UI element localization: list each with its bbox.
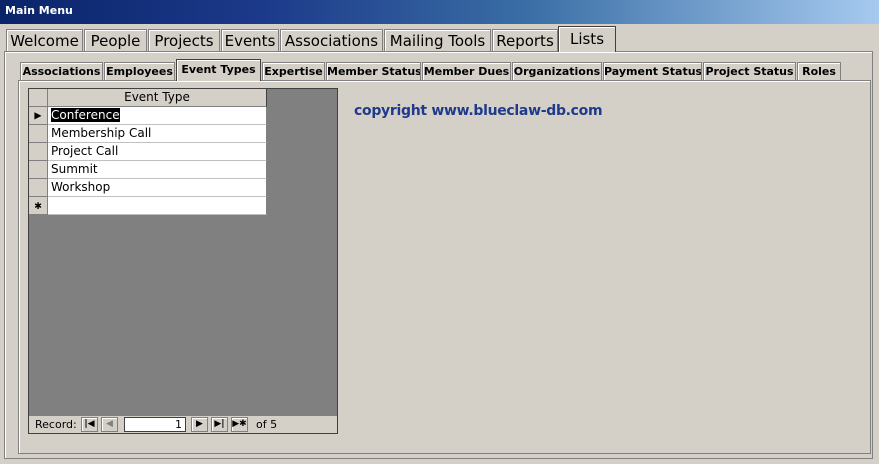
previous-record-icon[interactable]: ◀ [101,417,118,432]
table-row[interactable]: Membership Call [29,125,267,143]
next-record-icon[interactable]: ▶ [191,417,208,432]
event-type-cell[interactable] [48,197,267,215]
tab-associations[interactable]: Associations [280,29,383,51]
subtab-organizations[interactable]: Organizations [512,62,602,80]
subtab-expertise[interactable]: Expertise [262,62,325,80]
event-types-datasheet[interactable]: Event Type ▶ Conference Membership Call … [28,88,338,434]
subtab-payment-status[interactable]: Payment Status [603,62,702,80]
row-selector[interactable] [29,143,48,161]
last-record-icon[interactable]: ▶| [211,417,228,432]
subtab-associations[interactable]: Associations [20,62,103,80]
first-record-icon[interactable]: |◀ [81,417,98,432]
current-record-icon[interactable]: ▶ [29,107,48,125]
event-type-cell[interactable]: Membership Call [48,125,267,143]
tab-mailing-tools[interactable]: Mailing Tools [384,29,491,51]
selected-cell-text: Conference [51,108,120,122]
row-selector[interactable] [29,161,48,179]
column-header-event-type[interactable]: Event Type [48,89,267,107]
main-window: Welcome People Projects Events Associati… [0,24,879,464]
tab-lists[interactable]: Lists [558,26,616,52]
subtab-project-status[interactable]: Project Status [703,62,796,80]
record-label: Record: [35,418,77,431]
event-type-cell[interactable]: Summit [48,161,267,179]
event-type-cell[interactable]: Conference [48,107,267,125]
title-bar[interactable]: Main Menu [0,0,879,25]
select-all-corner[interactable] [29,89,48,107]
subtab-employees[interactable]: Employees [104,62,175,80]
table-row[interactable]: Summit [29,161,267,179]
subtab-member-dues[interactable]: Member Dues [422,62,511,80]
new-record-icon[interactable]: ✱ [29,197,48,215]
tab-welcome[interactable]: Welcome [6,29,83,51]
row-selector[interactable] [29,179,48,197]
record-navigation-bar: Record: |◀ ◀ 1 ▶ ▶| ▶✱ of 5 [29,415,337,433]
row-selector[interactable] [29,125,48,143]
copyright-text: copyright www.blueclaw-db.com [354,103,603,119]
tab-people[interactable]: People [84,29,147,51]
subtab-member-status[interactable]: Member Status [326,62,421,80]
event-type-cell[interactable]: Project Call [48,143,267,161]
window-title: Main Menu [5,4,73,17]
subtab-event-types[interactable]: Event Types [176,59,261,81]
table-row[interactable]: ▶ Conference [29,107,267,125]
new-record-row[interactable]: ✱ [29,197,267,215]
current-record-input[interactable]: 1 [124,417,186,432]
record-count: of 5 [256,418,278,431]
tab-events[interactable]: Events [221,29,279,51]
subtab-roles[interactable]: Roles [797,62,841,80]
event-type-cell[interactable]: Workshop [48,179,267,197]
tab-projects[interactable]: Projects [148,29,220,51]
table-row[interactable]: Project Call [29,143,267,161]
tab-reports[interactable]: Reports [492,29,558,51]
new-record-nav-icon[interactable]: ▶✱ [231,417,248,432]
datasheet-header: Event Type [29,89,267,107]
table-row[interactable]: Workshop [29,179,267,197]
